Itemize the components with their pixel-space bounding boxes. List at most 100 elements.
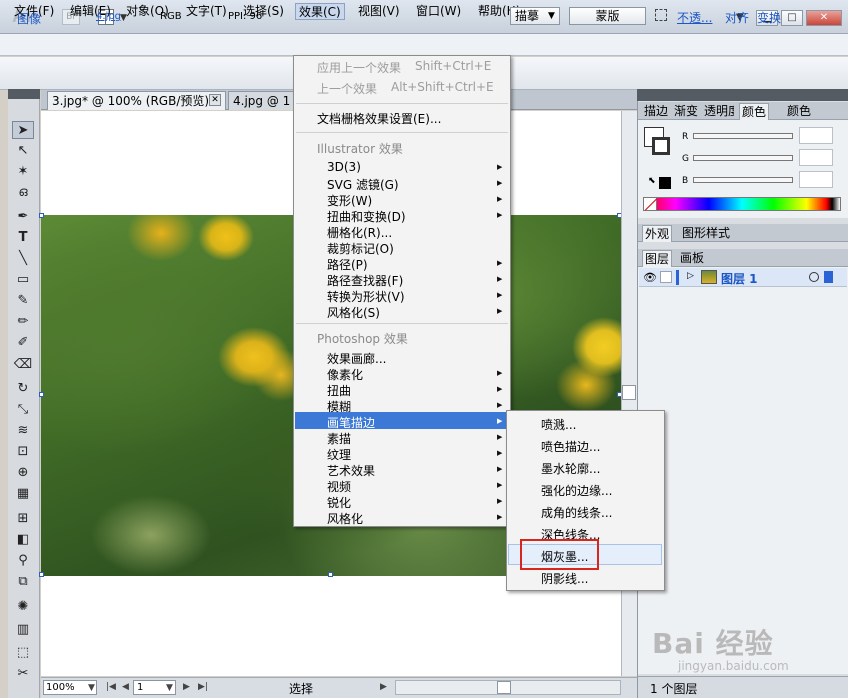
status-menu-icon[interactable]: ▶ <box>380 682 387 692</box>
tab-layers[interactable]: 图层 <box>642 250 673 267</box>
status-mode-label[interactable]: 选择 <box>289 680 313 697</box>
submenu-item-ink-outlines[interactable]: 墨水轮廓... <box>541 460 600 477</box>
fill-stroke-swatch[interactable] <box>644 127 672 155</box>
raster-effects-settings-item[interactable]: 文档栅格效果设置(E)... <box>317 110 441 127</box>
artboard-tool-icon[interactable]: ⬚ <box>12 644 34 662</box>
selection-handle[interactable] <box>39 572 44 577</box>
expand-layer-icon[interactable]: ▷ <box>687 271 694 281</box>
submenu-item-spatter[interactable]: 喷溅... <box>541 416 576 433</box>
horizontal-scroll-thumb[interactable] <box>497 681 511 694</box>
rectangle-tool-icon[interactable]: ▭ <box>12 271 34 289</box>
zoom-dropdown-icon[interactable]: ▼ <box>88 683 95 693</box>
menu-effect[interactable]: 效果(C) <box>295 3 345 20</box>
selection-handle[interactable] <box>39 392 44 397</box>
warp-tool-icon[interactable]: ≋ <box>12 422 34 440</box>
tab-color-guide[interactable]: 颜色 <box>785 103 813 120</box>
menu-item-sharpen[interactable]: 锐化 <box>327 494 351 511</box>
tab-graphic-styles[interactable]: 图形样式 <box>680 225 732 242</box>
menu-item-svg-filters[interactable]: SVG 滤镜(G) <box>327 176 399 193</box>
menu-item-artistic[interactable]: 艺术效果 <box>327 462 375 479</box>
artboard-dropdown-icon[interactable]: ▼ <box>166 683 173 693</box>
opacity-link[interactable]: 不透... <box>677 9 712 26</box>
tab-appearance[interactable]: 外观 <box>642 225 673 242</box>
mesh-tool-icon[interactable]: ⊞ <box>12 510 34 528</box>
visibility-eye-icon[interactable]: 👁 <box>643 271 657 284</box>
mask-button[interactable]: 蒙版 <box>569 7 646 25</box>
paintbrush-tool-icon[interactable]: ✎ <box>12 292 34 310</box>
menu-item-stylize-ai[interactable]: 风格化(S) <box>327 304 380 321</box>
red-slider[interactable] <box>693 133 793 139</box>
menu-item-video[interactable]: 视频 <box>327 478 351 495</box>
shape-builder-tool-icon[interactable]: ⊕ <box>12 464 34 482</box>
selection-tool-icon[interactable]: ➤ <box>12 121 34 139</box>
first-artboard-icon[interactable]: |◀ <box>106 682 116 692</box>
menu-view[interactable]: 视图(V) <box>355 3 403 20</box>
green-value-field[interactable] <box>799 149 833 166</box>
align-link[interactable]: 对齐 <box>725 9 749 26</box>
default-color-swatch[interactable] <box>659 177 671 189</box>
vertical-scroll-thumb[interactable] <box>622 385 636 400</box>
pen-tool-icon[interactable]: ✒ <box>12 208 34 226</box>
rotate-tool-icon[interactable]: ↻ <box>12 380 34 398</box>
trace-dropdown-icon[interactable]: ▼ <box>548 11 555 21</box>
submenu-item-angled-strokes[interactable]: 成角的线条... <box>541 504 612 521</box>
green-slider[interactable] <box>693 155 793 161</box>
column-graph-tool-icon[interactable]: ▥ <box>12 621 34 639</box>
menu-item-effect-gallery[interactable]: 效果画廊... <box>327 350 386 367</box>
color-spectrum[interactable] <box>643 197 841 211</box>
eyedropper-tool-icon[interactable]: ⚲ <box>12 552 34 570</box>
menu-item-stylize-ps[interactable]: 风格化 <box>327 510 363 527</box>
menu-item-brush-strokes[interactable]: 画笔描边 <box>327 414 375 431</box>
line-tool-icon[interactable]: ╲ <box>12 250 34 268</box>
menu-item-pixelate[interactable]: 像素化 <box>327 366 363 383</box>
symbol-sprayer-tool-icon[interactable]: ✺ <box>12 598 34 616</box>
menu-item-warp[interactable]: 变形(W) <box>327 192 372 209</box>
gradient-tool-icon[interactable]: ◧ <box>12 531 34 549</box>
none-color-swatch[interactable] <box>643 197 657 211</box>
free-transform-tool-icon[interactable]: ⊡ <box>12 443 34 461</box>
red-value-field[interactable] <box>799 127 833 144</box>
perspective-grid-tool-icon[interactable]: ▦ <box>12 485 34 503</box>
tab-gradient[interactable]: 渐变 <box>672 103 700 120</box>
menu-item-pathfinder[interactable]: 路径查找器(F) <box>327 272 403 289</box>
scale-tool-icon[interactable]: ⤡ <box>12 401 34 419</box>
menu-item-3d[interactable]: 3D(3) <box>327 160 361 174</box>
tab-transparency[interactable]: 透明度 <box>702 103 734 120</box>
stroke-swatch-icon[interactable] <box>652 137 670 155</box>
previous-artboard-icon[interactable]: ◀ <box>122 682 129 692</box>
close-tab-icon[interactable]: ✕ <box>209 94 221 106</box>
blob-brush-tool-icon[interactable]: ✐ <box>12 334 34 352</box>
maximize-button[interactable]: □ <box>781 10 803 26</box>
menu-type[interactable]: 文字(T) <box>183 3 230 20</box>
direct-selection-tool-icon[interactable]: ↖ <box>12 142 34 160</box>
tab-artboards[interactable]: 画板 <box>678 250 706 267</box>
last-artboard-icon[interactable]: ▶| <box>198 682 208 692</box>
menu-item-distort[interactable]: 扭曲 <box>327 382 351 399</box>
submenu-item-sprayed-strokes[interactable]: 喷色描边... <box>541 438 600 455</box>
blue-slider[interactable] <box>693 177 793 183</box>
slice-tool-icon[interactable]: ✂ <box>12 665 34 683</box>
menu-window[interactable]: 窗口(W) <box>413 3 464 20</box>
menu-item-convert-to-shape[interactable]: 转换为形状(V) <box>327 288 405 305</box>
menu-item-crop-marks[interactable]: 裁剪标记(O) <box>327 240 394 257</box>
transform-link[interactable]: 变换 <box>757 9 781 26</box>
tab-color[interactable]: 颜色 <box>739 103 770 120</box>
menu-item-texture[interactable]: 纹理 <box>327 446 351 463</box>
target-circle-icon[interactable] <box>809 272 819 282</box>
menu-item-sketch[interactable]: 素描 <box>327 430 351 447</box>
selection-indicator[interactable] <box>824 271 833 283</box>
close-window-button[interactable]: ✕ <box>806 10 842 26</box>
next-artboard-icon[interactable]: ▶ <box>183 682 190 692</box>
layer-name[interactable]: 图层 1 <box>721 270 758 287</box>
panel-dock-header[interactable] <box>637 89 848 101</box>
type-tool-icon[interactable]: T <box>12 229 34 247</box>
swap-colors-icon[interactable]: ⬉ <box>648 176 656 186</box>
pencil-tool-icon[interactable]: ✏ <box>12 313 34 331</box>
menu-item-distort-transform[interactable]: 扭曲和变换(D) <box>327 208 406 225</box>
tab-stroke[interactable]: 描边 <box>642 103 670 120</box>
linked-file-link[interactable]: 4.jpg <box>96 11 121 22</box>
selection-handle[interactable] <box>39 213 44 218</box>
submenu-item-accented-edges[interactable]: 强化的边缘... <box>541 482 612 499</box>
document-tab-active[interactable]: 3.jpg* @ 100% (RGB/预览) <box>47 91 226 110</box>
blue-value-field[interactable] <box>799 171 833 188</box>
